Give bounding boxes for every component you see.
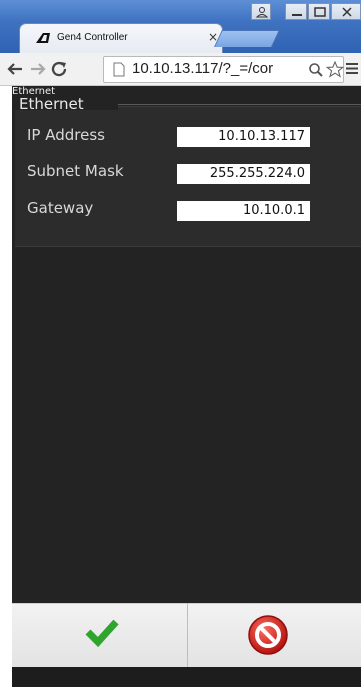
tab-title: Gen4 Controller <box>57 32 128 43</box>
ip-address-label: IP Address <box>27 126 105 144</box>
no-entry-icon <box>248 615 288 655</box>
user-profile-button[interactable] <box>251 3 271 20</box>
bookmark-star-icon[interactable] <box>326 61 344 78</box>
ok-button[interactable] <box>12 603 187 667</box>
new-tab-button[interactable] <box>214 30 280 47</box>
close-window-button[interactable] <box>331 3 361 20</box>
maximize-button[interactable] <box>308 3 330 20</box>
subnet-mask-field[interactable]: 255.255.224.0 <box>177 164 310 184</box>
forward-arrow-icon[interactable] <box>29 61 47 77</box>
back-arrow-icon[interactable] <box>6 61 24 77</box>
cancel-button[interactable] <box>188 603 361 667</box>
ethernet-legend: Ethernet <box>19 95 84 113</box>
url-text[interactable]: 10.10.13.117/?_=/cor <box>132 60 273 77</box>
user-icon <box>255 7 269 18</box>
browser-toolbar: 10.10.13.117/?_=/cor <box>0 53 361 86</box>
bottom-bar <box>12 667 361 687</box>
gateway-field[interactable]: 10.10.0.1 <box>177 201 310 221</box>
address-bar[interactable]: 10.10.13.117/?_=/cor <box>103 56 344 83</box>
browser-tab[interactable]: Gen4 Controller × <box>20 24 222 53</box>
gateway-label: Gateway <box>27 199 94 217</box>
subnet-mask-label: Subnet Mask <box>27 162 124 180</box>
menu-icon[interactable] <box>345 62 359 75</box>
minimize-button[interactable] <box>285 3 307 20</box>
gen4-logo-icon <box>36 33 50 43</box>
zoom-icon[interactable] <box>308 62 324 78</box>
ip-address-field[interactable]: 10.10.13.117 <box>177 127 310 147</box>
maximize-icon <box>314 7 326 17</box>
reload-icon[interactable] <box>51 61 69 77</box>
close-icon <box>342 7 352 17</box>
minimize-icon <box>292 14 302 16</box>
checkmark-icon <box>85 619 119 648</box>
page-icon <box>113 62 125 77</box>
page-margin <box>0 86 12 687</box>
